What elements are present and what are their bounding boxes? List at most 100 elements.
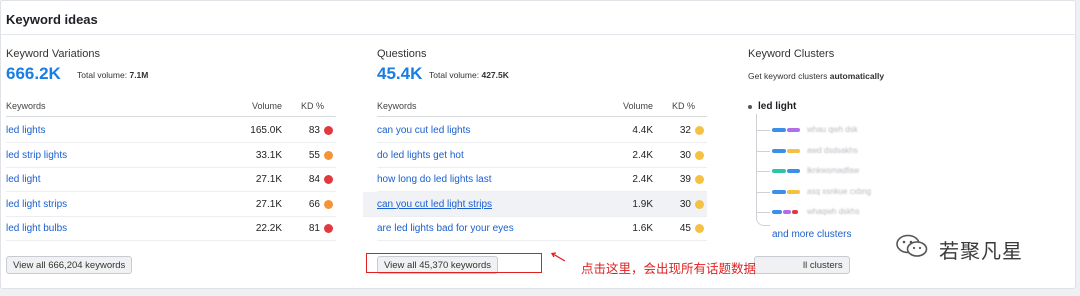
- table-row: do led lights get hot 2.4K 30: [377, 143, 707, 168]
- cluster-intent-bar: [772, 210, 782, 214]
- volume-value: 2.4K: [632, 174, 653, 186]
- kd-difficulty-dot-icon: [324, 175, 333, 185]
- kd-value: 39: [679, 174, 691, 186]
- table-row: can you cut led light strips 1.9K 30: [363, 191, 707, 217]
- cluster-intent-bar: [772, 189, 786, 194]
- cluster-intent-bar: [787, 148, 800, 153]
- keyword-link[interactable]: can you cut led light strips: [377, 199, 492, 210]
- view-all-clusters-button[interactable]: ll clusters: [754, 256, 850, 274]
- cluster-intent-bar: [772, 128, 786, 132]
- questions-heading: Questions: [377, 48, 427, 60]
- kd-value: 32: [679, 125, 691, 136]
- kd-value: 30: [679, 149, 691, 161]
- volume-value: 27.1K: [255, 174, 282, 186]
- kd-value: 83: [308, 125, 320, 136]
- col-volume[interactable]: Volume: [623, 101, 653, 111]
- variations-table-header: Keywords Volume KD %: [6, 101, 336, 117]
- kd-difficulty-dot-icon: [324, 126, 333, 135]
- arrow-icon: [550, 252, 566, 262]
- kd-difficulty-dot-icon: [324, 150, 333, 160]
- kd-difficulty-dot-icon: [695, 126, 704, 135]
- table-row: led light 27.1K 84: [6, 167, 336, 193]
- keyword-variations-panel: Keyword Variations 666.2K Total volume: …: [6, 48, 336, 274]
- table-row: led lights 165.0K 83: [6, 118, 336, 143]
- cluster-intent-bar: [792, 210, 798, 214]
- tree-branch: [756, 212, 770, 213]
- kd-difficulty-dot-icon: [695, 224, 704, 234]
- cluster-intent-bar: [772, 169, 786, 173]
- keyword-link[interactable]: how long do led lights last: [377, 174, 492, 185]
- kd-value: 55: [308, 149, 320, 161]
- tree-branch: [756, 130, 770, 131]
- table-row: led strip lights 33.1K 55: [6, 143, 336, 168]
- cluster-label: whau qwh dsk: [807, 125, 858, 134]
- table-row: are led lights bad for your eyes 1.6K 45: [377, 216, 707, 242]
- col-kd[interactable]: KD %: [672, 101, 695, 111]
- keyword-link[interactable]: can you cut led lights: [377, 125, 470, 136]
- variations-total-volume: Total volume: 7.1M: [77, 70, 149, 80]
- kd-value: 45: [679, 223, 691, 235]
- kd-value: 81: [308, 223, 320, 235]
- questions-count[interactable]: 45.4K: [377, 64, 422, 84]
- questions-table-header: Keywords Volume KD %: [377, 101, 707, 117]
- keyword-link[interactable]: led light bulbs: [6, 223, 67, 234]
- volume-value: 33.1K: [255, 149, 282, 161]
- cluster-label: awd dsdsakhs: [807, 145, 858, 155]
- tree-root-dot: [748, 105, 752, 109]
- table-row: led light strips 27.1K 66: [6, 192, 336, 217]
- keyword-link[interactable]: do led lights get hot: [377, 150, 464, 161]
- card-divider: [1, 34, 1075, 35]
- volume-value: 165.0K: [250, 125, 282, 136]
- highlight-box: [366, 253, 542, 273]
- col-kd[interactable]: KD %: [301, 101, 324, 111]
- table-row: can you cut led lights 4.4K 32: [377, 118, 707, 143]
- tree-branch: [756, 150, 770, 152]
- cluster-intent-bar: [787, 189, 800, 194]
- kd-value: 84: [308, 174, 320, 186]
- keyword-link[interactable]: led lights: [6, 125, 45, 136]
- variations-count[interactable]: 666.2K: [6, 64, 61, 84]
- cluster-label: lknkwsmadfaw: [807, 166, 860, 175]
- keyword-link[interactable]: are led lights bad for your eyes: [377, 223, 514, 234]
- kd-difficulty-dot-icon: [695, 199, 704, 209]
- kd-difficulty-dot-icon: [324, 224, 333, 234]
- cluster-root: led light: [758, 101, 797, 112]
- tree-branch: [756, 191, 770, 193]
- cluster-intent-bar: [783, 210, 791, 214]
- clusters-heading: Keyword Clusters: [748, 48, 835, 60]
- cluster-label: asq xsnkue cxbng: [807, 186, 872, 196]
- questions-total-volume: Total volume: 427.5K: [429, 70, 509, 80]
- keyword-link[interactable]: led light strips: [6, 199, 67, 210]
- kd-difficulty-dot-icon: [695, 150, 704, 160]
- tree-branch: [756, 171, 770, 172]
- kd-value: 66: [308, 198, 320, 210]
- card-title: Keyword ideas: [6, 12, 98, 27]
- kd-difficulty-dot-icon: [695, 175, 704, 185]
- keyword-link[interactable]: led light: [6, 174, 40, 185]
- cluster-intent-bar: [772, 148, 786, 153]
- volume-value: 2.4K: [632, 149, 653, 161]
- col-volume[interactable]: Volume: [252, 101, 282, 111]
- col-keywords: Keywords: [6, 101, 46, 111]
- more-clusters-link[interactable]: and more clusters: [772, 229, 851, 240]
- table-row: how long do led lights last 2.4K 39: [377, 167, 707, 193]
- keyword-link[interactable]: led strip lights: [6, 150, 67, 161]
- wechat-icon: [896, 234, 928, 257]
- keyword-clusters-panel: Keyword Clusters Get keyword clusters au…: [748, 48, 1068, 274]
- watermark-text: 若聚凡星: [939, 241, 1023, 263]
- questions-panel: Questions 45.4K Total volume: 427.5K Key…: [363, 48, 707, 274]
- volume-value: 4.4K: [632, 125, 653, 136]
- kd-value: 30: [679, 198, 691, 210]
- volume-value: 27.1K: [255, 198, 282, 210]
- col-keywords: Keywords: [377, 101, 417, 111]
- cluster-label: whaqwh dskhs: [807, 207, 860, 216]
- view-all-variations-button[interactable]: View all 666,204 keywords: [6, 256, 133, 274]
- table-row: led light bulbs 22.2K 81: [6, 216, 336, 242]
- kd-difficulty-dot-icon: [324, 199, 333, 209]
- variations-heading: Keyword Variations: [6, 48, 100, 60]
- cluster-intent-bar: [787, 169, 800, 173]
- clusters-subtitle: Get keyword clusters automatically: [748, 71, 885, 81]
- cluster-intent-bar: [787, 128, 800, 132]
- volume-value: 22.2K: [255, 223, 282, 235]
- volume-value: 1.9K: [632, 198, 653, 210]
